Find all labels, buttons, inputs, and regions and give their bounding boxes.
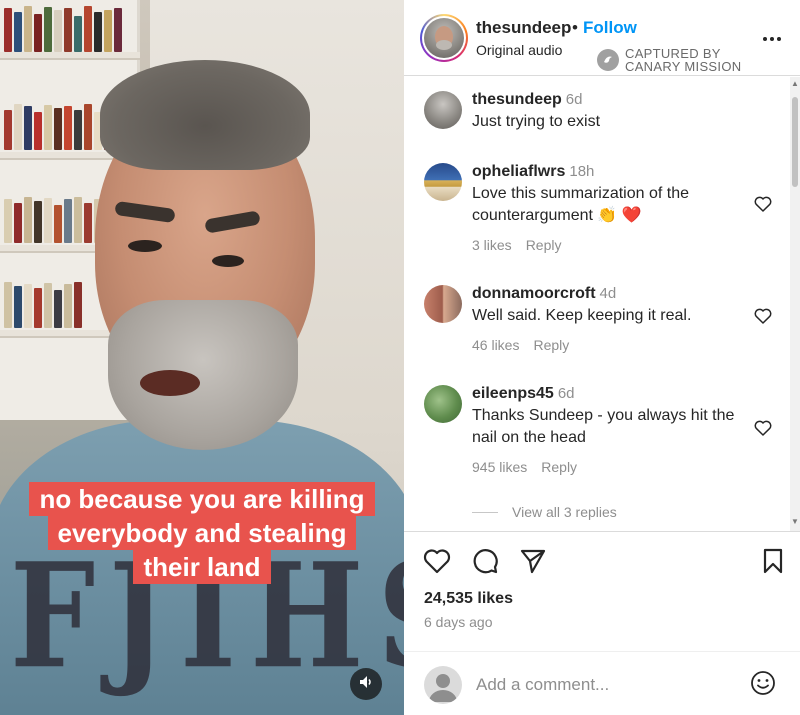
caption-line-2: everybody and stealing: [47, 516, 357, 550]
comment-time[interactable]: 4d: [600, 285, 617, 302]
comments-list: thesundeep 6d Just trying to exist opheli…: [404, 77, 800, 531]
right-eye: [212, 255, 244, 267]
comment-text: Just trying to exist: [472, 113, 601, 130]
speaker-icon: [358, 674, 374, 695]
likes-count[interactable]: 24,535 likes: [424, 590, 513, 608]
view-replies-label: View all 3 replies: [512, 504, 617, 520]
canary-logo-icon: [597, 49, 619, 71]
follow-button[interactable]: Follow: [583, 18, 637, 38]
person-beard: [108, 300, 298, 450]
add-comment-input[interactable]: [476, 672, 736, 698]
emoji-icon: [750, 670, 776, 701]
comment-text: Thanks Sundeep - you always hit the nail…: [472, 407, 735, 446]
comment-like-button[interactable]: [752, 419, 774, 441]
bookmark-icon: [762, 548, 784, 579]
commenter-avatar[interactable]: [424, 91, 462, 129]
reel-video[interactable]: FJIHS no because you are killing everybo…: [0, 0, 404, 715]
scroll-up-arrow-icon[interactable]: ▲: [791, 79, 799, 88]
comment-likes[interactable]: 46 likes: [472, 337, 519, 353]
separator-dot: •: [572, 18, 578, 37]
share-button[interactable]: [518, 548, 548, 578]
like-button[interactable]: [422, 548, 452, 578]
canary-mission-watermark: CAPTURED BY CANARY MISSION: [597, 47, 747, 73]
comments-scrollbar[interactable]: ▲ ▼: [790, 77, 800, 531]
post-actions: 24,535 likes 6 days ago: [404, 531, 800, 651]
heart-icon: [754, 420, 772, 441]
comment-username[interactable]: eileenps45: [472, 385, 554, 402]
add-comment-bar: [404, 651, 800, 715]
reply-button[interactable]: Reply: [526, 237, 562, 253]
author-username-link[interactable]: thesundeep: [476, 18, 571, 38]
post-timestamp[interactable]: 6 days ago: [424, 614, 493, 630]
commenter-avatar[interactable]: [424, 285, 462, 323]
comment-time[interactable]: 18h: [569, 163, 594, 180]
mute-toggle-button[interactable]: [350, 668, 382, 700]
audio-link[interactable]: Original audio: [476, 42, 562, 58]
comment-likes[interactable]: 945 likes: [472, 459, 527, 475]
author-avatar[interactable]: [420, 14, 468, 62]
save-button[interactable]: [758, 548, 788, 578]
comment-username[interactable]: thesundeep: [472, 91, 562, 108]
replies-divider-line: [472, 511, 498, 513]
comment-icon: [471, 547, 499, 580]
person-mouth: [140, 370, 200, 396]
person-hair: [100, 60, 310, 170]
comment-username[interactable]: donnamoorcroft: [472, 285, 596, 302]
comment-time[interactable]: 6d: [566, 91, 583, 108]
left-eye: [128, 240, 162, 252]
emoji-picker-button[interactable]: [748, 670, 778, 700]
heart-icon: [754, 308, 772, 329]
heart-icon: [754, 196, 772, 217]
reply-button[interactable]: Reply: [541, 459, 577, 475]
video-caption: no because you are killing everybody and…: [0, 482, 404, 584]
comment-username[interactable]: opheliaflwrs: [472, 163, 565, 180]
commenter-avatar[interactable]: [424, 163, 462, 201]
comment-text: Well said. Keep keeping it real.: [472, 307, 692, 324]
caption-line-1: no because you are killing: [29, 482, 375, 516]
current-user-avatar[interactable]: [424, 666, 462, 704]
share-icon: [519, 548, 547, 579]
comment-time[interactable]: 6d: [558, 385, 575, 402]
comment-likes[interactable]: 3 likes: [472, 237, 512, 253]
scroll-thumb[interactable]: [792, 97, 798, 187]
comment-like-button[interactable]: [752, 195, 774, 217]
caption-line-3: their land: [133, 550, 271, 584]
comment-button[interactable]: [470, 548, 500, 578]
heart-icon: [423, 548, 451, 579]
reply-button[interactable]: Reply: [533, 337, 569, 353]
more-options-icon: [762, 29, 782, 47]
view-replies-button[interactable]: View all 3 replies: [472, 504, 617, 520]
scroll-down-arrow-icon[interactable]: ▼: [791, 517, 799, 526]
watermark-line-2: CANARY MISSION: [625, 59, 742, 74]
commenter-avatar[interactable]: [424, 385, 462, 423]
post-panel: thesundeep • Follow Original audio CAPTU…: [404, 0, 800, 715]
post-header: thesundeep • Follow Original audio CAPTU…: [404, 0, 800, 76]
more-options-button[interactable]: [760, 26, 784, 50]
comment-text: Love this summarization of the counterar…: [472, 185, 689, 224]
comment-like-button[interactable]: [752, 307, 774, 329]
